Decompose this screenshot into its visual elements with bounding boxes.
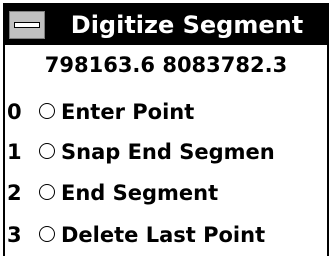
option-snap-end-segment[interactable]: 1 Snap End Segmen xyxy=(5,135,327,169)
title-bar[interactable]: Digitize Segment xyxy=(5,5,327,45)
option-enter-point[interactable]: 0 Enter Point xyxy=(5,95,327,129)
option-label: Snap End Segmen xyxy=(61,140,275,164)
coordinate-readout: 798163.6 8083782.3 xyxy=(44,53,288,77)
option-delete-last-point[interactable]: 3 Delete Last Point xyxy=(5,218,327,252)
option-key: 0 xyxy=(7,100,22,124)
option-key: 3 xyxy=(7,223,22,247)
option-label: End Segment xyxy=(61,181,219,205)
system-menu-bar-glyph xyxy=(14,22,40,28)
digitize-segment-window: Digitize Segment 798163.6 8083782.3 0 En… xyxy=(3,3,329,256)
option-label: Delete Last Point xyxy=(61,223,266,247)
option-label: Enter Point xyxy=(61,100,195,124)
radio-button[interactable] xyxy=(39,184,55,200)
option-end-segment[interactable]: 2 End Segment xyxy=(5,176,327,210)
option-key: 1 xyxy=(7,140,22,164)
system-menu-icon[interactable] xyxy=(9,11,45,39)
radio-button[interactable] xyxy=(39,226,55,242)
window-title: Digitize Segment xyxy=(70,11,304,39)
option-key: 2 xyxy=(7,181,22,205)
radio-button[interactable] xyxy=(39,143,55,159)
radio-button[interactable] xyxy=(39,103,55,119)
